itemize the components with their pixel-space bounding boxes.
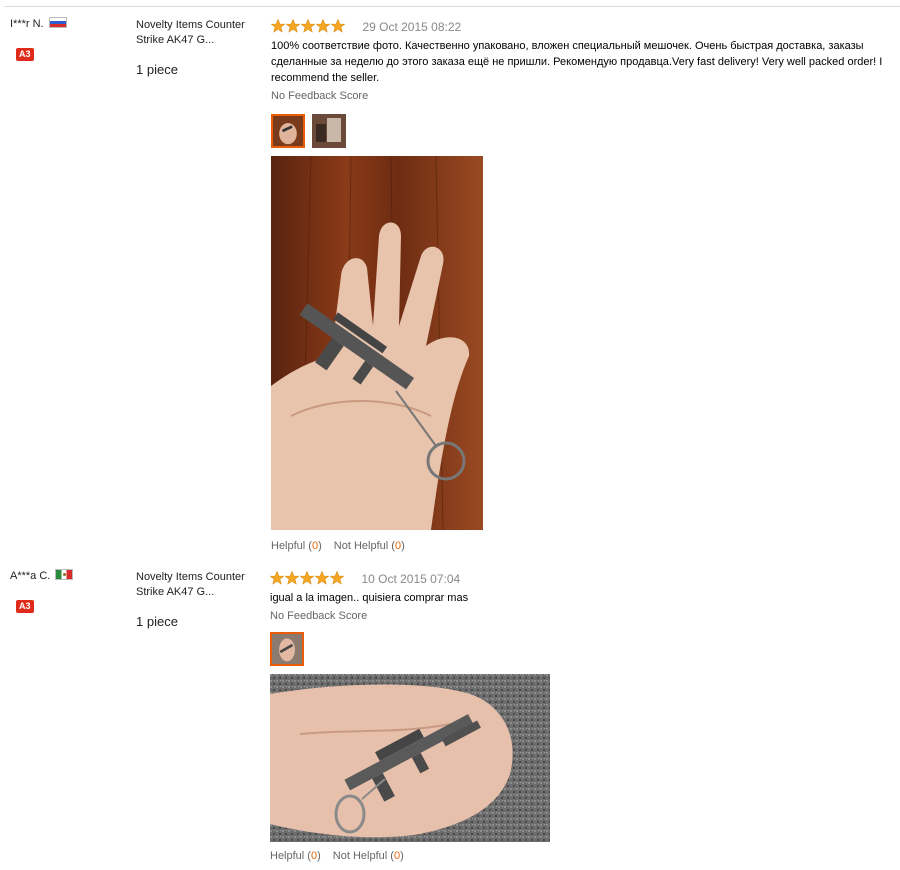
star-icon	[300, 570, 314, 585]
helpful-label: Helpful	[271, 540, 306, 552]
star-icon	[286, 18, 300, 33]
product-link[interactable]: Novelty Items Counter Strike AK47 G...	[136, 570, 261, 600]
review-date: 29 Oct 2015 08:22	[362, 19, 462, 34]
photo-thumbnail[interactable]	[270, 632, 304, 666]
helpful-link[interactable]: Helpful (0)	[270, 850, 321, 862]
feedback-score: No Feedback Score	[270, 610, 368, 622]
not-helpful-count: 0	[393, 850, 401, 862]
review-photo[interactable]	[271, 156, 483, 530]
review-photo[interactable]	[270, 674, 550, 842]
quantity: 1 piece	[136, 62, 178, 77]
star-icon	[330, 570, 344, 585]
photo-thumbnails	[270, 632, 890, 670]
star-icon	[316, 18, 330, 33]
review-body: 29 Oct 2015 08:22 100% соответствие фото…	[271, 18, 891, 552]
rating-stars	[271, 18, 346, 35]
reviewer-name: I***r N.	[10, 17, 67, 30]
not-helpful-link[interactable]: Not Helpful (0)	[334, 540, 405, 552]
review-text: igual a la imagen.. quisiera comprar mas	[270, 592, 469, 604]
product-link[interactable]: Novelty Items Counter Strike AK47 G...	[136, 18, 261, 48]
star-icon	[331, 18, 345, 33]
helpful-count: 0	[311, 540, 319, 552]
star-icon	[301, 18, 315, 33]
feedback-score: No Feedback Score	[271, 90, 369, 102]
star-icon	[285, 570, 299, 585]
russia-flag-icon	[48, 17, 67, 28]
mexico-flag-icon	[55, 569, 74, 580]
not-helpful-label: Not Helpful	[332, 850, 388, 862]
helpful-count: 0	[310, 850, 318, 862]
reviewer-name-text: A***a C.	[10, 570, 51, 582]
helpful-row: Helpful (0) Not Helpful (0)	[271, 540, 891, 552]
not-helpful-link[interactable]: Not Helpful (0)	[333, 850, 404, 862]
top-divider	[4, 6, 900, 7]
helpful-label: Helpful	[270, 850, 305, 862]
photo-thumbnail[interactable]	[312, 114, 347, 148]
not-helpful-label: Not Helpful	[333, 540, 389, 552]
review-date: 10 Oct 2015 07:04	[361, 571, 461, 586]
buyer-level-badge: A3	[16, 48, 34, 61]
helpful-row: Helpful (0) Not Helpful (0)	[270, 850, 890, 862]
star-icon	[271, 18, 285, 33]
reviewer-name: A***a C.	[10, 569, 74, 582]
not-helpful-count: 0	[394, 540, 402, 552]
rating-stars	[270, 570, 345, 587]
helpful-link[interactable]: Helpful (0)	[271, 540, 322, 552]
star-icon	[270, 570, 284, 585]
review-text: 100% соответствие фото. Качественно упак…	[271, 40, 883, 84]
photo-thumbnails	[271, 114, 891, 152]
reviewer-name-text: I***r N.	[10, 18, 44, 30]
buyer-level-badge: A3	[16, 600, 34, 613]
review-body: 10 Oct 2015 07:04 igual a la imagen.. qu…	[270, 570, 890, 862]
quantity: 1 piece	[136, 614, 178, 629]
star-icon	[315, 570, 329, 585]
photo-thumbnail[interactable]	[271, 114, 305, 148]
